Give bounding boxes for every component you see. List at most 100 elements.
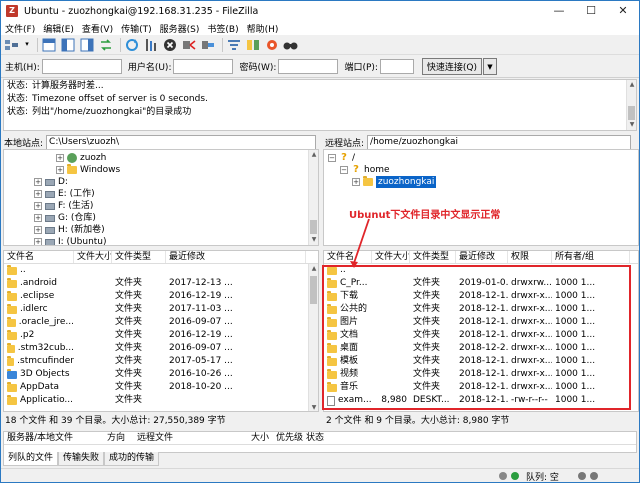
- menu-server[interactable]: 服务器(S): [156, 22, 204, 35]
- scroll-thumb[interactable]: [310, 220, 317, 234]
- table-row[interactable]: 图片 文件夹 2018-12-1...drwxr-x...1000 1...: [324, 316, 638, 329]
- table-row[interactable]: 文档 文件夹 2018-12-1...drwxr-x...1000 1...: [324, 329, 638, 342]
- table-row[interactable]: Applicatio... 文件夹: [4, 394, 318, 407]
- tab-failed-transfers[interactable]: 传输失败: [58, 452, 105, 466]
- column-header-size[interactable]: 文件大小: [372, 251, 410, 263]
- table-row[interactable]: ..: [4, 264, 318, 277]
- table-row[interactable]: 3D Objects 文件夹 2016-10-26 ...: [4, 368, 318, 381]
- tree-item-drive-e[interactable]: + E: (工作): [34, 188, 95, 200]
- log-scrollbar[interactable]: ▲ ▼: [626, 80, 636, 130]
- host-input[interactable]: [41, 59, 122, 74]
- password-input[interactable]: [278, 59, 339, 74]
- table-row[interactable]: .android 文件夹 2017-12-13 ...: [4, 277, 318, 290]
- queue-column-size[interactable]: 大小: [248, 432, 273, 444]
- scroll-thumb[interactable]: [628, 106, 635, 120]
- column-header-size[interactable]: 文件大小: [74, 251, 112, 263]
- scroll-down-icon[interactable]: ▼: [309, 235, 318, 245]
- scroll-up-icon[interactable]: ▲: [627, 80, 637, 90]
- tab-queued-files[interactable]: 列队的文件: [3, 452, 59, 466]
- maximize-button[interactable]: ☐: [575, 1, 607, 21]
- column-header-type[interactable]: 文件类型: [112, 251, 166, 263]
- toggle-queue-icon[interactable]: [98, 37, 114, 53]
- tab-successful-transfers[interactable]: 成功的传输: [104, 452, 160, 466]
- expand-icon[interactable]: +: [34, 202, 42, 210]
- column-header-modified[interactable]: 最近修改: [456, 251, 508, 263]
- expand-icon[interactable]: +: [34, 178, 42, 186]
- collapse-icon[interactable]: −: [328, 154, 336, 162]
- table-row[interactable]: .p2 文件夹 2016-12-19 ...: [4, 329, 318, 342]
- scroll-down-icon[interactable]: ▼: [627, 120, 637, 130]
- tree-item-zuozhongkai[interactable]: + zuozhongkai: [352, 176, 437, 188]
- queue-column-remote[interactable]: 远程文件: [134, 432, 248, 444]
- table-row[interactable]: C_Pr... 文件夹 2019-01-0...drwxrw...1000 1...: [324, 277, 638, 290]
- menu-transfer[interactable]: 传输(T): [117, 22, 156, 35]
- expand-icon[interactable]: +: [34, 238, 42, 245]
- expand-icon[interactable]: +: [34, 190, 42, 198]
- sync-browsing-icon[interactable]: [264, 37, 280, 53]
- queue-column-priority[interactable]: 优先级: [273, 432, 303, 444]
- menu-file[interactable]: 文件(F): [1, 22, 39, 35]
- expand-icon[interactable]: +: [352, 178, 360, 186]
- scroll-up-icon[interactable]: ▲: [309, 150, 318, 160]
- local-path-input[interactable]: C:\Users\zuozh\: [46, 134, 316, 150]
- queue-column-local[interactable]: 服务器/本地文件: [4, 432, 104, 444]
- disconnect-icon[interactable]: [181, 37, 197, 53]
- table-row[interactable]: .idlerc 文件夹 2017-11-03 ...: [4, 303, 318, 316]
- expand-icon[interactable]: +: [56, 166, 64, 174]
- tree-item-drive-d[interactable]: + D:: [34, 176, 68, 188]
- table-row[interactable]: 下载 文件夹 2018-12-1...drwxr-x...1000 1...: [324, 290, 638, 303]
- tree-item-drive-f[interactable]: + F: (生活): [34, 200, 93, 212]
- reconnect-icon[interactable]: [200, 37, 216, 53]
- table-row[interactable]: 桌面 文件夹 2018-12-2...drwxr-x...1000 1...: [324, 342, 638, 355]
- compare-directories-icon[interactable]: [245, 37, 261, 53]
- quickconnect-dropdown-button[interactable]: ▼: [482, 58, 497, 75]
- table-row[interactable]: .eclipse 文件夹 2016-12-19 ...: [4, 290, 318, 303]
- toggle-remote-tree-icon[interactable]: [79, 37, 95, 53]
- scroll-thumb[interactable]: [310, 276, 317, 304]
- table-row[interactable]: .stm32cub... 文件夹 2016-09-07 ...: [4, 342, 318, 355]
- table-row[interactable]: 模板 文件夹 2018-12-1...drwxr-x...1000 1...: [324, 355, 638, 368]
- site-manager-dropdown-icon[interactable]: ▾: [23, 37, 31, 53]
- tree-item-drive-g[interactable]: + G: (仓库): [34, 212, 96, 224]
- column-header-owner[interactable]: 所有者/组: [552, 251, 630, 263]
- site-manager-icon[interactable]: [4, 37, 20, 53]
- column-header-modified[interactable]: 最近修改: [166, 251, 306, 263]
- table-row[interactable]: .oracle_jre... 文件夹 2016-09-07 ...: [4, 316, 318, 329]
- close-button[interactable]: ✕: [607, 1, 639, 21]
- username-input[interactable]: [173, 59, 234, 74]
- column-header-type[interactable]: 文件类型: [410, 251, 456, 263]
- process-queue-icon[interactable]: [143, 37, 159, 53]
- expand-icon[interactable]: +: [34, 214, 42, 222]
- tree-item-home[interactable]: −? home: [340, 164, 390, 176]
- queue-column-direction[interactable]: 方向: [104, 432, 134, 444]
- scroll-up-icon[interactable]: ▲: [309, 264, 318, 274]
- minimize-button[interactable]: —: [543, 1, 575, 21]
- table-row[interactable]: 视频 文件夹 2018-12-1...drwxr-x...1000 1...: [324, 368, 638, 381]
- cancel-operation-icon[interactable]: [162, 37, 178, 53]
- local-tree-scrollbar[interactable]: ▲ ▼: [308, 150, 318, 245]
- tree-item-drive-h[interactable]: + H: (新加卷): [34, 224, 105, 236]
- collapse-icon[interactable]: −: [340, 166, 348, 174]
- tree-item-windows[interactable]: + Windows: [56, 164, 120, 176]
- local-list-scrollbar[interactable]: ▲ ▼: [308, 264, 318, 411]
- column-header-name[interactable]: 文件名: [4, 251, 74, 263]
- table-row[interactable]: .stmcufinder 文件夹 2017-05-17 ...: [4, 355, 318, 368]
- tree-item-drive-i[interactable]: + I: (Ubuntu): [34, 236, 107, 245]
- tree-item-zuozh[interactable]: + zuozh: [56, 152, 106, 164]
- menu-edit[interactable]: 编辑(E): [39, 22, 78, 35]
- menu-bookmarks[interactable]: 书签(B): [203, 22, 242, 35]
- table-row[interactable]: 公共的 文件夹 2018-12-1...drwxr-x...1000 1...: [324, 303, 638, 316]
- column-header-permissions[interactable]: 权限: [508, 251, 552, 263]
- expand-icon[interactable]: +: [56, 154, 64, 162]
- expand-icon[interactable]: +: [34, 226, 42, 234]
- menu-help[interactable]: 帮助(H): [243, 22, 283, 35]
- queue-column-status[interactable]: 状态: [303, 432, 343, 444]
- filter-icon[interactable]: [226, 37, 242, 53]
- menu-view[interactable]: 查看(V): [78, 22, 117, 35]
- table-row[interactable]: 音乐 文件夹 2018-12-1...drwxr-x...1000 1...: [324, 381, 638, 394]
- quickconnect-button[interactable]: 快速连接(Q): [421, 58, 482, 75]
- port-input[interactable]: [379, 59, 414, 74]
- table-row[interactable]: AppData 文件夹 2018-10-20 ...: [4, 381, 318, 394]
- search-files-icon[interactable]: [283, 37, 299, 53]
- remote-path-input[interactable]: /home/zuozhongkai: [367, 134, 632, 150]
